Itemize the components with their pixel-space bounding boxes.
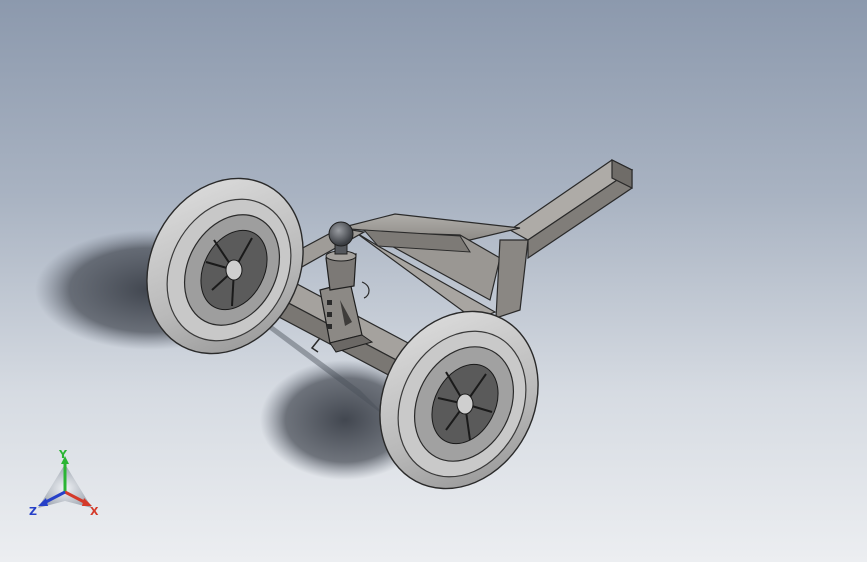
ball-hitch[interactable]: [325, 221, 357, 291]
triad-y-label: Y: [59, 448, 67, 461]
triad-z-label: Z: [29, 505, 37, 518]
orientation-triad[interactable]: Y X Z: [20, 446, 110, 526]
graphics-viewport[interactable]: Y X Z: [0, 0, 867, 562]
triad-x-label: X: [90, 505, 99, 518]
right-wheel[interactable]: [350, 284, 569, 517]
tongue[interactable]: [508, 159, 634, 260]
trailer-dolly-model[interactable]: [0, 0, 867, 562]
